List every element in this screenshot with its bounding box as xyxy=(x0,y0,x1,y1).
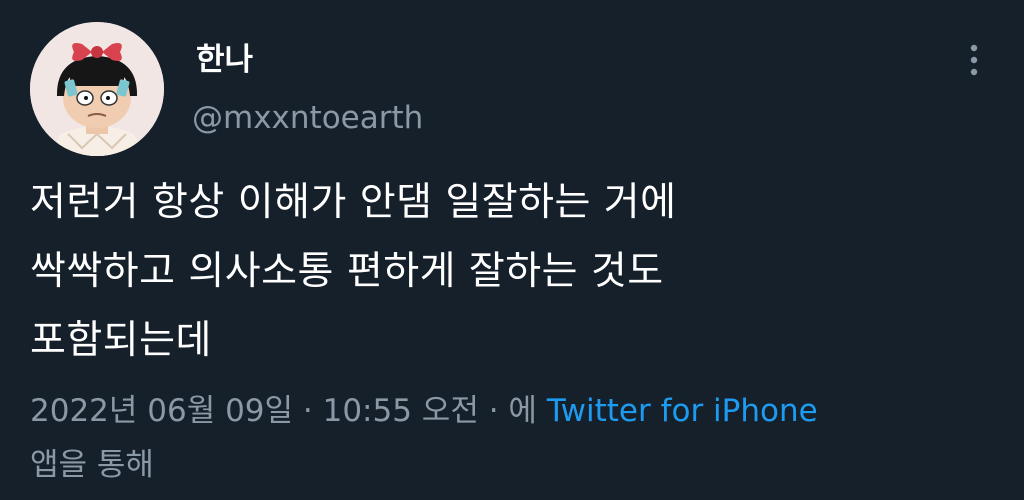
tweet-timestamp[interactable]: 2022년 06월 09일 · 10:55 오전 · xyxy=(30,393,499,429)
tweet-detail: 한나 @mxxntoearth 저런거 항상 이해가 안댐 일잘하는 거에 싹싹… xyxy=(0,0,1024,500)
tweet-text-line: 포함되는데 xyxy=(30,318,212,363)
avatar[interactable] xyxy=(30,22,164,156)
more-vertical-icon xyxy=(970,44,978,76)
avatar-image xyxy=(30,22,164,156)
display-name[interactable]: 한나 xyxy=(196,40,253,80)
tweet-text-line: 저런거 항상 이해가 안댐 일잘하는 거에 xyxy=(30,180,677,225)
tweet-text-line: 싹싹하고 의사소통 편하게 잘하는 것도 xyxy=(30,249,664,294)
more-options-button[interactable] xyxy=(956,38,992,82)
source-app-link[interactable]: Twitter for iPhone xyxy=(547,393,818,429)
user-handle[interactable]: @mxxntoearth xyxy=(192,98,423,138)
tweet-metadata: 2022년 06월 09일 · 10:55 오전 · 에 Twitter for… xyxy=(30,384,1000,492)
via-prefix: 에 xyxy=(508,393,537,429)
tweet-text: 저런거 항상 이해가 안댐 일잘하는 거에 싹싹하고 의사소통 편하게 잘하는 … xyxy=(30,168,990,375)
via-suffix: 앱을 통해 xyxy=(30,447,154,483)
